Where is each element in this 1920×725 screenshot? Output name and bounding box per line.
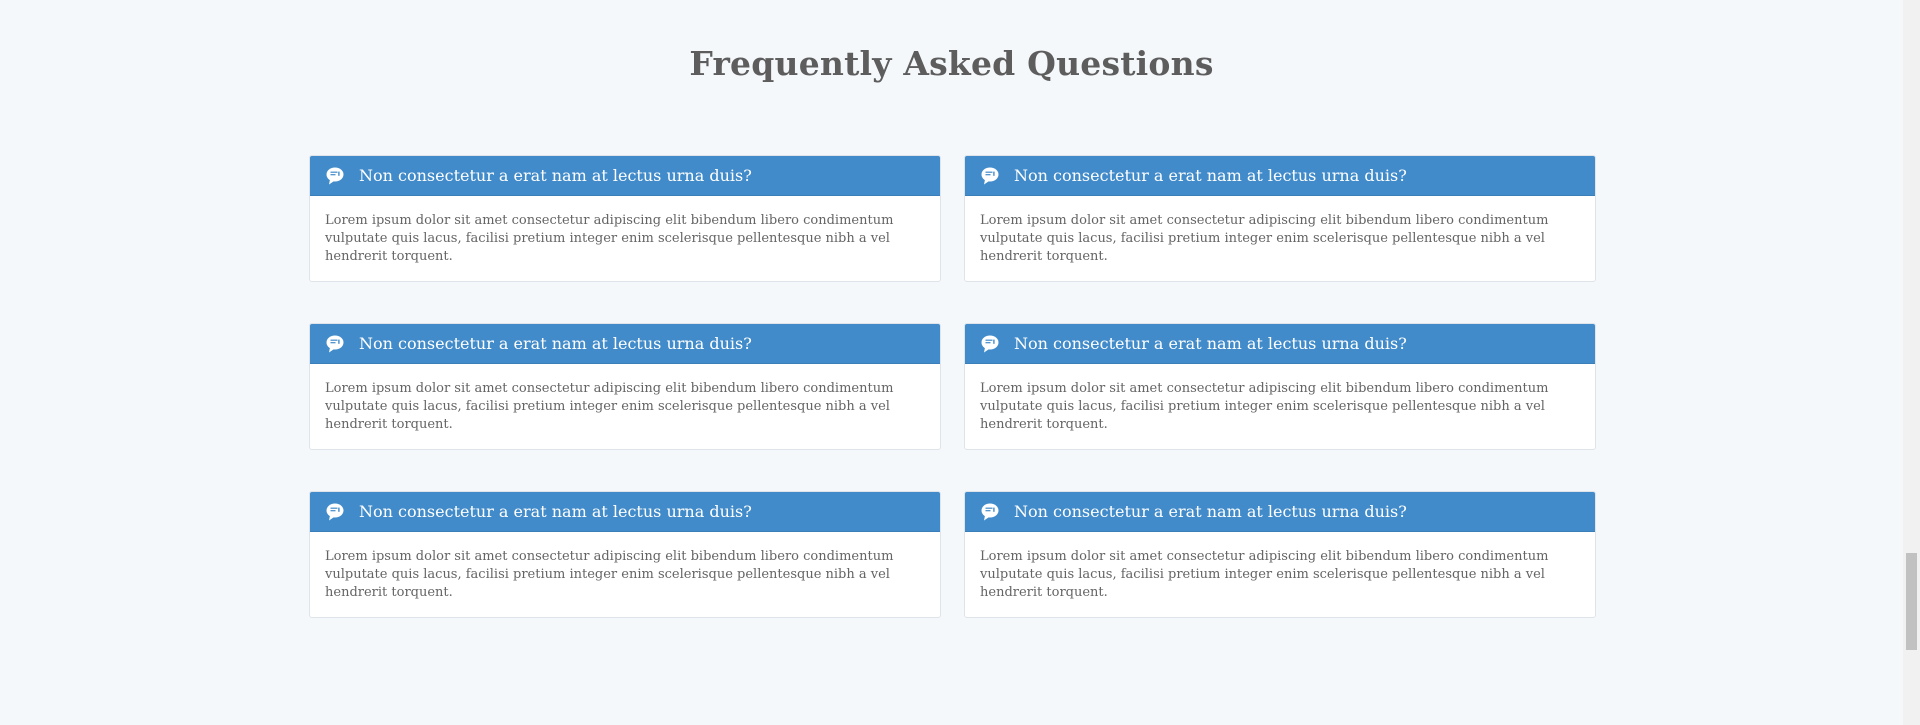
faq-answer: Lorem ipsum dolor sit amet consectetur a… bbox=[325, 213, 894, 264]
speech-bubble-icon bbox=[325, 334, 345, 354]
speech-bubble-icon bbox=[325, 502, 345, 522]
faq-card: Non consectetur a erat nam at lectus urn… bbox=[964, 491, 1596, 618]
faq-header[interactable]: Non consectetur a erat nam at lectus urn… bbox=[310, 156, 940, 196]
faq-question: Non consectetur a erat nam at lectus urn… bbox=[359, 166, 752, 185]
faq-header[interactable]: Non consectetur a erat nam at lectus urn… bbox=[310, 324, 940, 364]
faq-answer: Lorem ipsum dolor sit amet consectetur a… bbox=[980, 549, 1549, 600]
faq-question: Non consectetur a erat nam at lectus urn… bbox=[1014, 334, 1407, 353]
faq-card: Non consectetur a erat nam at lectus urn… bbox=[964, 155, 1596, 282]
section-title: Frequently Asked Questions bbox=[689, 44, 1214, 83]
faq-header[interactable]: Non consectetur a erat nam at lectus urn… bbox=[965, 492, 1595, 532]
faq-page: Frequently Asked Questions Non consectet… bbox=[0, 0, 1903, 725]
speech-bubble-icon bbox=[325, 166, 345, 186]
faq-card: Non consectetur a erat nam at lectus urn… bbox=[309, 323, 941, 450]
faq-answer: Lorem ipsum dolor sit amet consectetur a… bbox=[980, 381, 1549, 432]
faq-answer: Lorem ipsum dolor sit amet consectetur a… bbox=[325, 381, 894, 432]
speech-bubble-icon bbox=[980, 502, 1000, 522]
faq-header[interactable]: Non consectetur a erat nam at lectus urn… bbox=[310, 492, 940, 532]
faq-question: Non consectetur a erat nam at lectus urn… bbox=[359, 334, 752, 353]
faq-answer: Lorem ipsum dolor sit amet consectetur a… bbox=[325, 549, 894, 600]
scrollbar-thumb[interactable] bbox=[1906, 553, 1917, 650]
speech-bubble-icon bbox=[980, 166, 1000, 186]
vertical-scrollbar[interactable] bbox=[1903, 0, 1920, 725]
faq-card: Non consectetur a erat nam at lectus urn… bbox=[309, 491, 941, 618]
faq-grid: Non consectetur a erat nam at lectus urn… bbox=[309, 155, 1596, 618]
faq-question: Non consectetur a erat nam at lectus urn… bbox=[1014, 502, 1407, 521]
faq-header[interactable]: Non consectetur a erat nam at lectus urn… bbox=[965, 156, 1595, 196]
faq-answer: Lorem ipsum dolor sit amet consectetur a… bbox=[980, 213, 1549, 264]
faq-card: Non consectetur a erat nam at lectus urn… bbox=[309, 155, 941, 282]
speech-bubble-icon bbox=[980, 334, 1000, 354]
faq-card: Non consectetur a erat nam at lectus urn… bbox=[964, 323, 1596, 450]
faq-question: Non consectetur a erat nam at lectus urn… bbox=[1014, 166, 1407, 185]
faq-header[interactable]: Non consectetur a erat nam at lectus urn… bbox=[965, 324, 1595, 364]
faq-question: Non consectetur a erat nam at lectus urn… bbox=[359, 502, 752, 521]
